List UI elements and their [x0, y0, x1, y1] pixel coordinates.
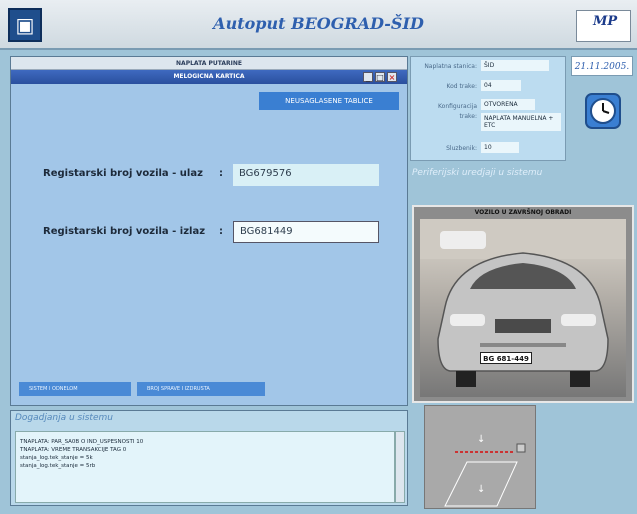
events-scrollbar[interactable]: [395, 431, 405, 503]
company-logo: MP: [576, 10, 631, 42]
maximize-button[interactable]: □: [375, 72, 385, 82]
inner-window-title: MELOGICNA KARTICA: [173, 73, 245, 80]
station-value: ŠID: [481, 60, 549, 71]
clerk-label: Sluzbenik:: [446, 145, 477, 152]
event-line: stanja_log.tek_stanje = 5rb: [20, 463, 96, 469]
camera-title: VOZILO U ZAVRŠNOJ OBRADI: [474, 209, 572, 216]
outer-window-title: NAPLATA PUTARINE: [11, 57, 407, 70]
camera-panel: VOZILO U ZAVRŠNOJ OBRADI BG 681-449: [412, 205, 634, 403]
app-header: ▣ Autoput BEOGRAD-ŠID MP: [0, 0, 637, 50]
station-info-panel: Naplatna stanica: ŠID Kod trake: 04 Konf…: [410, 56, 566, 161]
exit-plate-label: Registarski broj vozila - izlaz: [43, 226, 206, 237]
lane-label: trake:: [459, 113, 477, 120]
app-title: Autoput BEOGRAD-ŠID: [213, 14, 424, 33]
config-label: Konfiguracija: [438, 103, 477, 110]
lane-diagram: ↓ ↓: [424, 405, 536, 509]
events-panel: Dogadjanja u sistemu TNAPLATA: PAR_SA0B …: [10, 410, 408, 506]
event-line: TNAPLATA: PAR_SA0B O IND_USPESNOSTI 10: [20, 439, 144, 445]
entry-plate-label: Registarski broj vozila - ulaz: [43, 168, 203, 179]
license-plate: BG 681-449: [480, 352, 532, 364]
close-button[interactable]: ×: [387, 72, 397, 82]
vehicle-form: NEUSAGLASENE TABLICE Registarski broj vo…: [11, 84, 407, 405]
entry-plate-colon: :: [219, 168, 223, 179]
station-label: Naplatna stanica:: [424, 63, 477, 70]
lane-code-value: 04: [481, 80, 521, 91]
clerk-value: 10: [481, 142, 519, 153]
events-log: TNAPLATA: PAR_SA0B O IND_USPESNOSTI 10 T…: [15, 431, 395, 503]
arrow-up-icon: ↓: [477, 434, 485, 445]
events-title: Dogadjanja u sistemu: [15, 413, 113, 423]
exit-plate-colon: :: [219, 226, 223, 237]
device-count-button[interactable]: BROJ SPRAVE I IZDRUSTA: [137, 382, 265, 396]
lane-code-label: Kod trake:: [446, 83, 478, 90]
config-status-value: OTVORENA: [481, 99, 535, 110]
minimize-button[interactable]: _: [363, 72, 373, 82]
event-line: stanja_log.tek_stanje = 5k: [20, 455, 93, 461]
arrow-down-icon: ↓: [477, 484, 485, 495]
mismatched-plates-button[interactable]: NEUSAGLASENE TABLICE: [259, 92, 399, 110]
entry-plate-field[interactable]: BG679576: [233, 164, 379, 186]
date-display: 21.11.2005.: [571, 56, 633, 76]
peripherals-title: Periferijski uredjaji u sistemu: [412, 168, 543, 178]
exit-plate-field[interactable]: BG681449: [233, 221, 379, 243]
system-button[interactable]: SISTEM I ODNELOM: [19, 382, 131, 396]
main-window: NAPLATA PUTARINE MELOGICNA KARTICA _ □ ×…: [10, 56, 408, 406]
vehicle-photo: BG 681-449: [420, 219, 626, 397]
lane-mode-value: NAPLATA MANUELNA + ETC: [481, 113, 561, 131]
inner-window-titlebar: MELOGICNA KARTICA: [11, 70, 407, 84]
clock-icon[interactable]: [585, 93, 621, 129]
event-line: TNAPLATA: VREME TRANSAKCIJE TAG 0: [20, 447, 127, 453]
